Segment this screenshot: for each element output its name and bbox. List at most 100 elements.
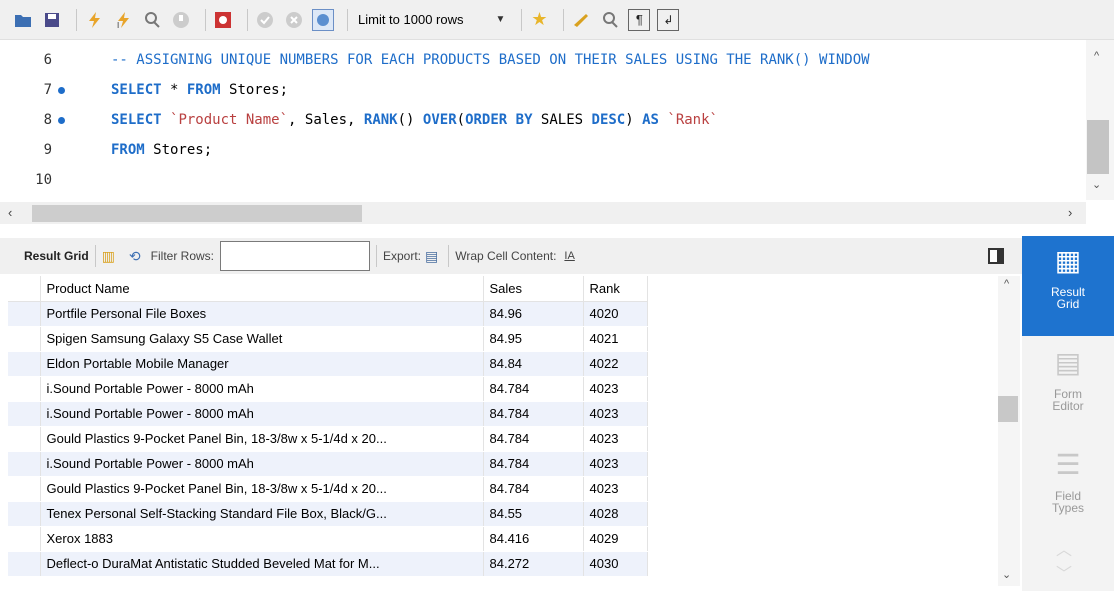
chevron-left-icon[interactable]: ‹: [8, 205, 12, 220]
row-selector[interactable]: [8, 526, 41, 552]
export-icon[interactable]: ▤: [425, 248, 438, 265]
chevron-right-icon[interactable]: ›: [1068, 205, 1072, 220]
table-row[interactable]: Eldon Portable Mobile Manager 84.84 4022: [8, 351, 648, 377]
table-cell[interactable]: 84.784: [483, 426, 584, 452]
limit-rows-select[interactable]: Limit to 1000 rows: [358, 12, 464, 27]
rollback-icon[interactable]: [283, 9, 305, 31]
table-cell[interactable]: 84.784: [483, 476, 584, 502]
row-selector[interactable]: [8, 476, 41, 502]
table-cell[interactable]: i.Sound Portable Power - 8000 mAh: [40, 401, 484, 427]
table-cell[interactable]: 84.784: [483, 451, 584, 477]
explain-icon[interactable]: [141, 9, 163, 31]
filter-rows-input[interactable]: [220, 241, 370, 271]
row-selector[interactable]: [8, 326, 41, 352]
row-selector-header[interactable]: [8, 276, 41, 302]
row-selector[interactable]: [8, 301, 41, 327]
table-cell[interactable]: 4022: [583, 351, 648, 377]
table-cell[interactable]: 4023: [583, 451, 648, 477]
table-row[interactable]: i.Sound Portable Power - 8000 mAh 84.784 4…: [8, 401, 648, 427]
table-cell[interactable]: 84.55: [483, 501, 584, 527]
table-cell[interactable]: Xerox 1883: [40, 526, 484, 552]
wrap-icon[interactable]: ↲: [657, 8, 680, 31]
table-cell[interactable]: 4023: [583, 426, 648, 452]
table-cell[interactable]: i.Sound Portable Power - 8000 mAh: [40, 451, 484, 477]
chevron-up-icon[interactable]: ^: [1004, 278, 1009, 290]
row-selector[interactable]: [8, 451, 41, 477]
grid-layout-icon[interactable]: ▥: [102, 248, 115, 265]
table-cell[interactable]: 4021: [583, 326, 648, 352]
save-icon[interactable]: [41, 9, 63, 31]
table-row[interactable]: i.Sound Portable Power - 8000 mAh 84.784 4…: [8, 451, 648, 477]
chevron-down-icon[interactable]: ▼: [496, 14, 506, 25]
table-row[interactable]: Xerox 1883 84.416 4029: [8, 526, 648, 552]
editor-scroll-thumb[interactable]: [1087, 120, 1109, 174]
table-row[interactable]: Deflect-o DuraMat Antistatic Studded Bev…: [8, 551, 648, 577]
table-cell[interactable]: Spigen Samsung Galaxy S5 Case Wallet: [40, 326, 484, 352]
beautify-icon[interactable]: [570, 9, 592, 31]
table-row[interactable]: i.Sound Portable Power - 8000 mAh 84.784 4…: [8, 376, 648, 402]
refresh-icon[interactable]: ⟲: [129, 248, 141, 265]
row-selector[interactable]: [8, 426, 41, 452]
table-cell[interactable]: Eldon Portable Mobile Manager: [40, 351, 484, 377]
table-cell[interactable]: 84.416: [483, 526, 584, 552]
table-cell[interactable]: 84.784: [483, 401, 584, 427]
toggle-error-icon[interactable]: [212, 9, 234, 31]
table-cell[interactable]: Tenex Personal Self-Stacking Standard Fi…: [40, 501, 484, 527]
table-cell[interactable]: i.Sound Portable Power - 8000 mAh: [40, 376, 484, 402]
row-selector[interactable]: [8, 401, 41, 427]
table-cell[interactable]: Portfile Personal File Boxes: [40, 301, 484, 327]
row-selector[interactable]: [8, 551, 41, 577]
wrap-content-icon[interactable]: IA: [564, 250, 574, 262]
chevron-down-icon[interactable]: ⌄: [1092, 178, 1101, 191]
table-cell[interactable]: Gould Plastics 9-Pocket Panel Bin, 18-3/…: [40, 426, 484, 452]
chevron-up-icon[interactable]: ^: [1094, 50, 1099, 62]
commit-icon[interactable]: [254, 9, 276, 31]
grid-vertical-scrollbar[interactable]: ^ ⌄: [998, 276, 1020, 586]
autocommit-icon[interactable]: [312, 8, 334, 31]
table-row[interactable]: Portfile Personal File Boxes 84.96 4020: [8, 301, 648, 327]
table-cell[interactable]: Deflect-o DuraMat Antistatic Studded Bev…: [40, 551, 484, 577]
stop-icon[interactable]: [170, 9, 192, 31]
table-cell[interactable]: 4023: [583, 476, 648, 502]
execute-current-icon[interactable]: I: [112, 9, 134, 31]
sql-editor[interactable]: 6 -- ASSIGNING UNIQUE NUMBERS FOR EACH P…: [0, 40, 1086, 200]
table-cell[interactable]: 4029: [583, 526, 648, 552]
table-cell[interactable]: 4020: [583, 301, 648, 327]
form-editor-side-button[interactable]: ▤ Form Editor: [1022, 338, 1114, 438]
column-header[interactable]: Sales: [483, 276, 584, 302]
table-cell[interactable]: 84.272: [483, 551, 584, 577]
table-cell[interactable]: 84.784: [483, 376, 584, 402]
column-header[interactable]: Product Name: [40, 276, 484, 302]
table-row[interactable]: Tenex Personal Self-Stacking Standard Fi…: [8, 501, 648, 527]
grid-scroll-thumb[interactable]: [998, 396, 1018, 422]
execute-icon[interactable]: [83, 9, 105, 31]
row-selector[interactable]: [8, 351, 41, 377]
editor-hscroll-thumb[interactable]: [32, 205, 362, 222]
table-row[interactable]: Gould Plastics 9-Pocket Panel Bin, 18-3/…: [8, 476, 648, 502]
result-grid[interactable]: Product Name Sales Rank Portfile Persona…: [8, 276, 648, 577]
row-selector[interactable]: [8, 501, 41, 527]
chevron-down-icon[interactable]: ﹀: [1056, 560, 1072, 584]
table-cell[interactable]: 84.84: [483, 351, 584, 377]
table-row[interactable]: Spigen Samsung Galaxy S5 Case Wallet 84.9…: [8, 326, 648, 352]
find-icon[interactable]: [599, 9, 621, 31]
folder-icon[interactable]: [12, 9, 34, 31]
table-cell[interactable]: 84.96: [483, 301, 584, 327]
invisibles-icon[interactable]: ¶: [628, 8, 651, 31]
result-grid-side-button[interactable]: ▦ Result Grid: [1022, 236, 1114, 336]
table-cell[interactable]: 4030: [583, 551, 648, 577]
toggle-side-panel-icon[interactable]: [988, 248, 1004, 264]
field-types-side-button[interactable]: ☰ Field Types: [1022, 440, 1114, 540]
chevron-down-icon[interactable]: ⌄: [1002, 568, 1011, 581]
table-cell[interactable]: Gould Plastics 9-Pocket Panel Bin, 18-3/…: [40, 476, 484, 502]
result-grid-tab[interactable]: Result Grid: [24, 249, 89, 263]
column-header[interactable]: Rank: [583, 276, 648, 302]
table-row[interactable]: Gould Plastics 9-Pocket Panel Bin, 18-3/…: [8, 426, 648, 452]
bookmark-icon[interactable]: ★: [528, 9, 550, 31]
table-cell[interactable]: 4023: [583, 401, 648, 427]
table-cell[interactable]: 4028: [583, 501, 648, 527]
row-selector[interactable]: [8, 376, 41, 402]
chevron-up-icon[interactable]: ︿: [1056, 536, 1072, 560]
table-cell[interactable]: 4023: [583, 376, 648, 402]
table-cell[interactable]: 84.95: [483, 326, 584, 352]
